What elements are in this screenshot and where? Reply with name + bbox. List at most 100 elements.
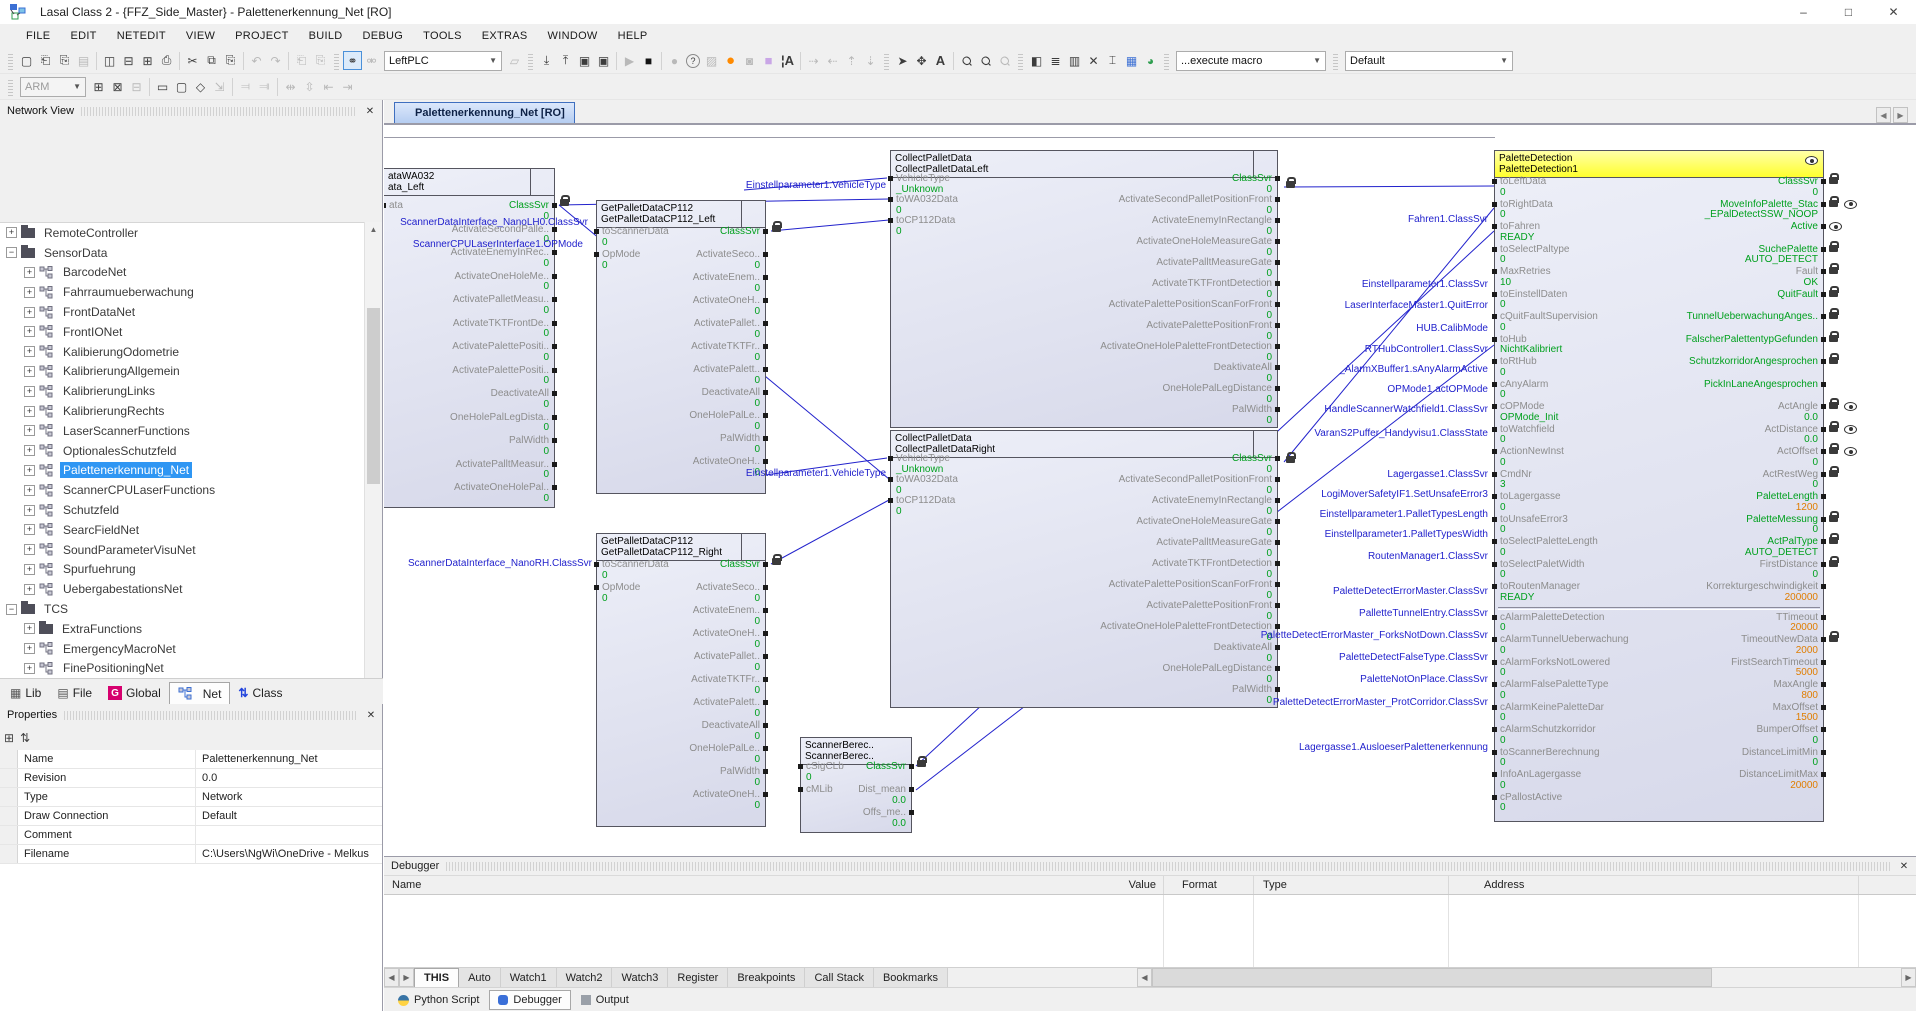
panel-tab-class[interactable]: ⇅Class: [230, 682, 290, 704]
open-net-icon[interactable]: ⎘: [55, 51, 74, 70]
properties-sort-icon[interactable]: ⇅: [20, 731, 30, 745]
output-pin[interactable]: Offs_me..0.0: [863, 808, 906, 829]
bottom-tab-python-script[interactable]: Python Script: [390, 990, 487, 1010]
flow-left-icon[interactable]: ⇠: [823, 51, 842, 70]
zoom-out-icon[interactable]: Ϙ: [991, 47, 1018, 74]
output-pin[interactable]: OneHolePalLegDistance0: [1162, 384, 1272, 405]
output-pin[interactable]: ActivatePalltMeasureGate0: [1156, 538, 1272, 559]
input-pin[interactable]: CmdNr3: [1500, 470, 1532, 491]
output-pin[interactable]: OneHolePalLegDista..0: [450, 413, 549, 434]
toolbar-grip[interactable]: [1333, 52, 1338, 70]
watch-list-icon[interactable]: ≣: [1046, 51, 1065, 70]
output-pin[interactable]: ActivatePalltMeasur..0: [456, 460, 549, 481]
getpalletdata-right-block[interactable]: GetPalletDataCP112GetPalletDataCP112_Rig…: [596, 533, 766, 827]
connection-label[interactable]: PaletteDetectFalseType.ClassSvr: [1339, 652, 1488, 663]
property-row[interactable]: Revision0.0: [0, 769, 382, 788]
eye-icon[interactable]: [1844, 447, 1857, 456]
space-v-icon[interactable]: ⇳: [300, 77, 319, 96]
lock-icon[interactable]: [1829, 402, 1838, 409]
property-row[interactable]: FilenameC:\Users\NgWi\OneDrive - Melkus: [0, 845, 382, 864]
connection-label[interactable]: Einstellparameter1.VehicleType: [746, 180, 886, 191]
print-icon[interactable]: ⎙: [157, 51, 176, 70]
input-pin[interactable]: toLeftData0: [1500, 177, 1546, 198]
tree-expander-icon[interactable]: +: [24, 425, 35, 436]
watch-tab-breakpoints[interactable]: Breakpoints: [728, 968, 805, 987]
connection-label[interactable]: Lagergasse1.ClassSvr: [1387, 469, 1488, 480]
output-pin[interactable]: OneHolePalLe..0: [689, 744, 760, 765]
output-pin[interactable]: ActivateOneHoleMeasureGate0: [1136, 237, 1272, 258]
connection-label[interactable]: VaranS2Puffer_Handyvisu1.ClassState: [1314, 428, 1488, 439]
output-pin[interactable]: SuchePaletteAUTO_DETECT: [1745, 245, 1818, 266]
shape-rect-icon[interactable]: ▭: [153, 77, 172, 96]
input-pin[interactable]: toSelectPaletWidth0: [1500, 560, 1585, 581]
scrollbar-thumb[interactable]: [367, 308, 380, 484]
debugger-column-value[interactable]: Value: [1096, 879, 1156, 891]
watch-tab-bookmarks[interactable]: Bookmarks: [874, 968, 948, 987]
input-pin[interactable]: VehicleType_Unknown: [896, 454, 950, 475]
output-pin[interactable]: ActivatePallet..0: [694, 652, 760, 673]
tree-expander-icon[interactable]: +: [24, 544, 35, 555]
page-prev-icon[interactable]: ⎗: [292, 51, 311, 70]
tree-expander-icon[interactable]: +: [24, 406, 35, 417]
watch-tab-register[interactable]: Register: [668, 968, 728, 987]
property-row[interactable]: TypeNetwork: [0, 788, 382, 807]
tree-item-frontionet[interactable]: +FrontIONet: [0, 322, 364, 342]
input-pin[interactable]: cAnyAlarm0: [1500, 380, 1548, 401]
connection-label[interactable]: ScannerDataInterface_NanoLH0.ClassSvr: [400, 217, 588, 228]
input-pin[interactable]: toSelectPaltype0: [1500, 245, 1570, 266]
output-pin[interactable]: SchutzkorridorAngesprochen: [1689, 357, 1818, 368]
status-icon[interactable]: ●: [721, 51, 740, 70]
toolbar-grip[interactable]: [8, 78, 13, 96]
tree-item-optionalesschutzfeld[interactable]: +OptionalesSchutzfeld: [0, 441, 364, 461]
tree-item-laserscannerfunctions[interactable]: +LaserScannerFunctions: [0, 421, 364, 441]
tree-scrollbar[interactable]: ▲: [364, 222, 382, 678]
properties-categorized-icon[interactable]: ⊞: [4, 731, 14, 745]
eye-icon[interactable]: [1829, 222, 1842, 231]
output-pin[interactable]: ActivateTKTFr..0: [691, 342, 760, 363]
eye-icon[interactable]: [1805, 156, 1818, 165]
property-value[interactable]: 0.0: [196, 769, 382, 787]
output-pin[interactable]: ActivatePalettePositi..0: [452, 342, 549, 363]
input-pin[interactable]: cAlarmSchutzkorridor0: [1500, 725, 1596, 746]
connection-label[interactable]: PaletteNotOnPlace.ClassSvr: [1360, 674, 1488, 685]
input-pin[interactable]: InfoAnLagergasse0: [1500, 770, 1581, 791]
hatch-icon[interactable]: ▨: [702, 51, 721, 70]
bottom-tab-output[interactable]: Output: [573, 990, 637, 1010]
output-pin[interactable]: ClassSvr: [866, 762, 906, 773]
connection-label[interactable]: Einstellparameter1.ClassSvr: [1362, 279, 1488, 290]
output-pin[interactable]: Active: [1791, 222, 1818, 233]
minimize-button[interactable]: –: [1781, 0, 1826, 24]
output-pin[interactable]: ClassSvr: [720, 227, 760, 238]
lock-icon[interactable]: [1829, 537, 1838, 544]
output-pin[interactable]: DeactivateAll0: [702, 388, 760, 409]
property-row[interactable]: NamePalettenerkennung_Net: [0, 750, 382, 769]
output-pin[interactable]: TimeoutNewData2000: [1741, 635, 1818, 656]
input-pin[interactable]: toRtHub0: [1500, 357, 1537, 378]
output-pin[interactable]: ActivateOneHolePal..0: [454, 483, 549, 504]
input-pin[interactable]: toRoutenManagerREADY: [1500, 582, 1580, 603]
eye-icon[interactable]: [1844, 425, 1857, 434]
menu-build[interactable]: BUILD: [299, 30, 353, 42]
grid-icon[interactable]: ⊞: [89, 77, 108, 96]
tree-expander-icon[interactable]: −: [6, 604, 17, 615]
input-pin[interactable]: toRightData0: [1500, 200, 1553, 221]
output-pin[interactable]: PaletteLength1200: [1756, 492, 1818, 513]
pause-icon[interactable]: ●: [665, 51, 684, 70]
save-icon[interactable]: ▤: [74, 51, 93, 70]
connection-label[interactable]: RTHubController1.ClassSvr: [1365, 344, 1488, 355]
toolbar-grip[interactable]: [884, 52, 889, 70]
input-pin[interactable]: cAlarmTunnelUeberwachung0: [1500, 635, 1629, 656]
order-front-icon[interactable]: ⇤: [319, 77, 338, 96]
panel-tab-file[interactable]: ▤File: [49, 682, 100, 704]
output-pin[interactable]: ActivateSeco..0: [696, 583, 760, 604]
connection-label[interactable]: PaletteDetectErrorMaster_ForksNotDown.Cl…: [1261, 630, 1488, 641]
output-pin[interactable]: ActDistance0.0: [1765, 425, 1818, 446]
tree-expander-icon[interactable]: +: [24, 485, 35, 496]
watch-scroll-left-icon[interactable]: ◀: [384, 968, 399, 987]
output-pin[interactable]: BumperOffset0: [1756, 725, 1818, 746]
tree-item-kalibierungodometrie[interactable]: +KalibierungOdometrie: [0, 342, 364, 362]
tree-item-kalibrierungrechts[interactable]: +KalibrierungRechts: [0, 401, 364, 421]
output-pin[interactable]: ActivatePalettePositionFront0: [1146, 321, 1272, 342]
connection-label[interactable]: RoutenManager1.ClassSvr: [1368, 551, 1488, 562]
input-pin[interactable]: OpMode0: [602, 583, 640, 604]
